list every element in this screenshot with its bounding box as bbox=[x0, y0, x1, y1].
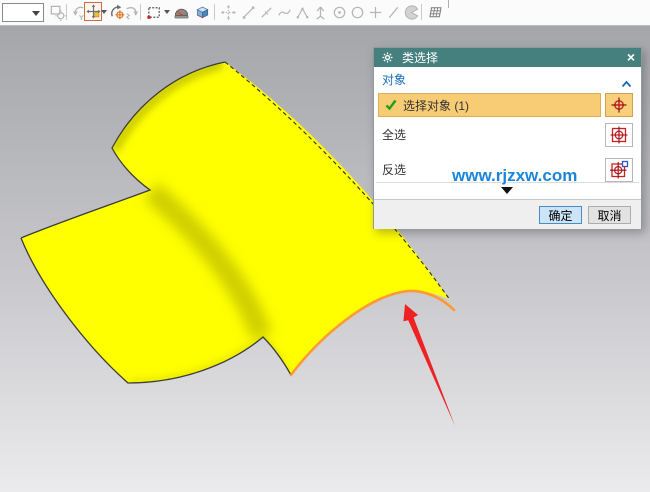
select-objects-button[interactable] bbox=[605, 93, 633, 117]
grid-table-icon[interactable] bbox=[426, 3, 444, 22]
crosshair-invert-icon bbox=[609, 160, 629, 180]
circle-center-icon bbox=[330, 3, 348, 22]
select-dropdown-icon[interactable] bbox=[101, 10, 107, 14]
plus-icon bbox=[366, 3, 384, 22]
toolbar-separator bbox=[214, 4, 215, 20]
dialog-footer: 确定 取消 bbox=[374, 199, 641, 229]
gauge-icon[interactable] bbox=[172, 3, 190, 22]
pane-divider bbox=[448, 0, 449, 8]
drag-select-icon bbox=[122, 3, 140, 22]
annotation-arrow bbox=[403, 304, 455, 426]
select-objects-label: 选择对象 (1) bbox=[403, 97, 469, 114]
spline-points-icon bbox=[293, 3, 311, 22]
rectangle-select-dropdown-icon[interactable] bbox=[164, 10, 170, 14]
move-handles-icon bbox=[219, 3, 237, 22]
application-window: www.rjzxw.com 类选择 × 对象 bbox=[0, 0, 650, 492]
toolbar bbox=[0, 0, 650, 26]
toolbar-combobox[interactable] bbox=[2, 3, 44, 22]
dialog-resize-grip-icon[interactable] bbox=[501, 187, 513, 194]
dialog-title: 类选择 bbox=[402, 49, 438, 66]
select-objects-row[interactable]: 选择对象 (1) bbox=[378, 93, 601, 117]
crosshair-box-icon bbox=[609, 125, 629, 145]
rectangle-select-icon[interactable] bbox=[145, 3, 163, 22]
toolbar-separator bbox=[421, 4, 422, 20]
crosshair-icon bbox=[609, 95, 629, 115]
line-icon bbox=[239, 3, 257, 22]
ok-button[interactable]: 确定 bbox=[539, 206, 582, 224]
combobox-dropdown-icon[interactable] bbox=[32, 11, 40, 16]
select-all-label: 全选 bbox=[382, 123, 406, 147]
dialog-titlebar[interactable]: 类选择 × bbox=[374, 48, 641, 67]
toolbar-separator bbox=[66, 4, 67, 20]
spline-icon bbox=[275, 3, 293, 22]
selection-scope-gear-icon bbox=[48, 3, 66, 22]
gear-icon bbox=[382, 52, 393, 63]
point-normal-icon bbox=[311, 3, 329, 22]
class-selection-dialog: 类选择 × 对象 选择对象 (1) bbox=[373, 47, 642, 229]
watermark: www.rjzxw.com bbox=[452, 166, 577, 186]
circle-icon bbox=[348, 3, 366, 22]
slash-icon bbox=[384, 3, 402, 22]
chevron-up-icon[interactable] bbox=[621, 75, 632, 93]
line-alt-icon bbox=[257, 3, 275, 22]
cancel-button[interactable]: 取消 bbox=[588, 206, 631, 224]
face-icon bbox=[402, 3, 420, 22]
check-icon bbox=[385, 99, 397, 111]
toolbar-separator bbox=[140, 4, 141, 20]
section-label: 对象 bbox=[382, 67, 406, 93]
select-highlight-icon[interactable] bbox=[84, 2, 102, 21]
invert-selection-label: 反选 bbox=[382, 158, 406, 182]
invert-selection-button[interactable] bbox=[605, 158, 633, 182]
select-all-button[interactable] bbox=[605, 123, 633, 147]
close-icon[interactable]: × bbox=[627, 48, 635, 67]
section-header-object[interactable]: 对象 bbox=[374, 67, 641, 93]
shaded-cube-icon[interactable] bbox=[193, 3, 211, 22]
